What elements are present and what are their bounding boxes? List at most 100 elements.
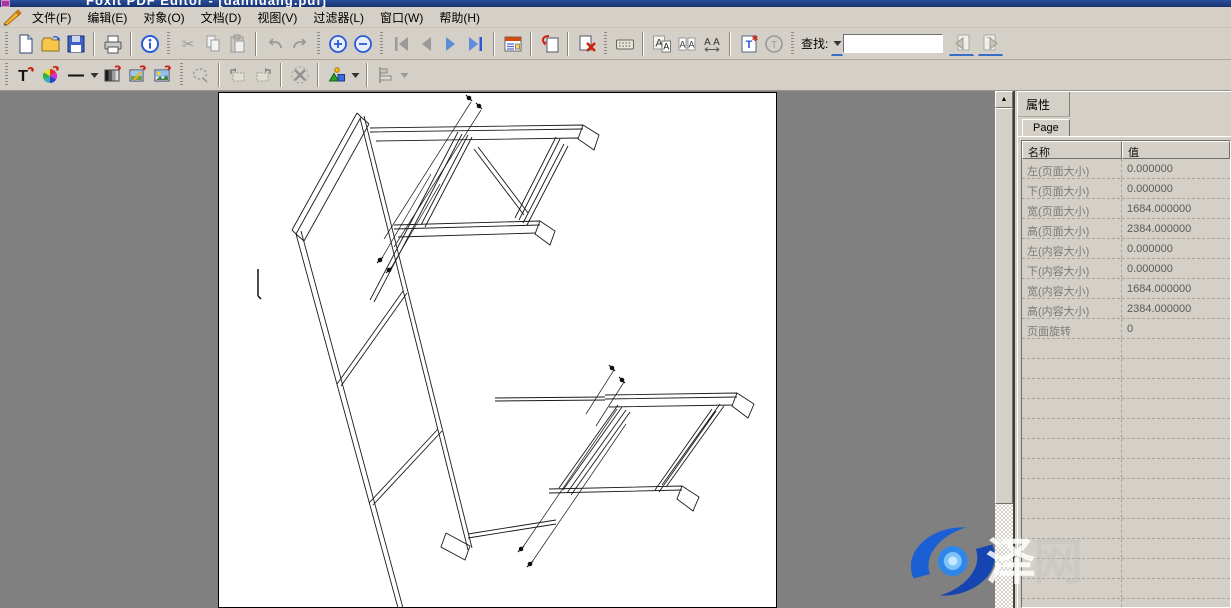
tab-page[interactable]: Page	[1022, 119, 1070, 137]
property-row-3[interactable]: 高(页面大小)2384.000000	[1022, 219, 1230, 239]
document-canvas[interactable]	[0, 91, 995, 608]
first-page-button[interactable]	[388, 31, 413, 56]
vertical-scrollbar[interactable]: ▲	[995, 91, 1013, 608]
toolbar-drag-handle[interactable]	[5, 63, 8, 87]
scroll-up-button[interactable]: ▲	[995, 91, 1013, 108]
toolbar-drag-handle[interactable]	[180, 63, 183, 87]
font-style-button[interactable]: AA	[649, 31, 674, 56]
property-row-empty	[1022, 559, 1230, 579]
redo-button[interactable]	[287, 31, 312, 56]
property-row-7[interactable]: 高(内容大小)2384.000000	[1022, 299, 1230, 319]
add-text-object-button[interactable]: T✱	[736, 31, 761, 56]
print-button[interactable]	[100, 31, 125, 56]
save-floppy-icon	[65, 33, 87, 55]
font-compare-button[interactable]: AA	[674, 31, 699, 56]
menu-item-2[interactable]: 对象(O)	[135, 7, 192, 28]
property-value	[1122, 519, 1230, 538]
property-name	[1022, 499, 1122, 518]
add-image-button[interactable]	[150, 63, 175, 88]
new-document-button[interactable]	[13, 31, 38, 56]
paste-button[interactable]	[225, 31, 250, 56]
toolbar-separator	[93, 32, 95, 56]
toolbar-drag-handle[interactable]	[5, 32, 8, 56]
add-text-arrow-icon: T	[15, 64, 37, 86]
shape-options-dropdown[interactable]	[349, 63, 361, 88]
open-button[interactable]	[38, 31, 63, 56]
toolbar-separator	[130, 32, 132, 56]
rotate-right-icon	[252, 64, 274, 86]
font-spacing-button[interactable]: AA	[699, 31, 724, 56]
property-row-6[interactable]: 宽(内容大小)1684.000000	[1022, 279, 1230, 299]
pdf-page[interactable]	[218, 92, 777, 608]
image-icon	[152, 64, 174, 86]
menu-item-5[interactable]: 过滤器(L)	[305, 7, 372, 28]
property-row-empty	[1022, 419, 1230, 439]
undo-button[interactable]	[262, 31, 287, 56]
next-page-icon	[440, 33, 462, 55]
align-options-dropdown[interactable]	[398, 63, 410, 88]
copy-button[interactable]	[200, 31, 225, 56]
find-options-dropdown[interactable]	[831, 31, 843, 56]
undo-arrow-icon	[264, 33, 286, 55]
toolbar-drag-handle[interactable]	[317, 32, 320, 56]
property-row-empty	[1022, 339, 1230, 359]
property-row-5[interactable]: 下(内容大小)0.000000	[1022, 259, 1230, 279]
property-row-8[interactable]: 页面旋转0	[1022, 319, 1230, 339]
rotate-left-button[interactable]	[225, 63, 250, 88]
save-button[interactable]	[63, 31, 88, 56]
gradient-icon	[102, 64, 124, 86]
toolbar-separator	[366, 63, 368, 87]
find-previous-button[interactable]	[949, 31, 974, 56]
add-shape-button[interactable]	[324, 63, 349, 88]
last-page-button[interactable]	[463, 31, 488, 56]
delete-object-button[interactable]	[287, 63, 312, 88]
property-row-0[interactable]: 左(页面大小)0.000000	[1022, 159, 1230, 179]
property-row-1[interactable]: 下(页面大小)0.000000	[1022, 179, 1230, 199]
document-info-button[interactable]	[137, 31, 162, 56]
soft-keyboard-button[interactable]	[612, 31, 637, 56]
property-row-2[interactable]: 宽(页面大小)1684.000000	[1022, 199, 1230, 219]
toolbar-drag-handle[interactable]	[167, 32, 170, 56]
next-page-button[interactable]	[438, 31, 463, 56]
add-text-button[interactable]: T	[13, 63, 38, 88]
property-row-4[interactable]: 左(内容大小)0.000000	[1022, 239, 1230, 259]
edit-image-button[interactable]	[125, 63, 150, 88]
property-name	[1022, 579, 1122, 598]
edit-image-icon	[127, 64, 149, 86]
delete-page-button[interactable]	[574, 31, 599, 56]
cut-button[interactable]: ✂	[175, 31, 200, 56]
property-name	[1022, 419, 1122, 438]
add-line-button[interactable]	[63, 63, 88, 88]
property-name	[1022, 559, 1122, 578]
toolbar-drag-handle[interactable]	[604, 32, 607, 56]
menu-item-1[interactable]: 编辑(E)	[79, 7, 135, 28]
chevron-down-icon	[833, 40, 842, 47]
text-tool-button[interactable]: T	[761, 31, 786, 56]
info-icon	[139, 33, 161, 55]
rotate-right-button[interactable]	[250, 63, 275, 88]
find-input[interactable]	[843, 34, 943, 53]
zoom-out-button[interactable]	[350, 31, 375, 56]
menu-item-7[interactable]: 帮助(H)	[431, 7, 488, 28]
scissors-icon: ✂	[177, 33, 199, 55]
import-page-button[interactable]	[537, 31, 562, 56]
select-object-button[interactable]	[188, 63, 213, 88]
toolbar-drag-handle[interactable]	[791, 32, 794, 56]
line-options-dropdown[interactable]	[88, 63, 100, 88]
menu-item-4[interactable]: 视图(V)	[249, 7, 305, 28]
align-objects-button[interactable]	[373, 63, 398, 88]
page-layout-button[interactable]	[500, 31, 525, 56]
properties-grid-header: 名称 值	[1022, 141, 1230, 159]
toolbar-drag-handle[interactable]	[380, 32, 383, 56]
find-next-button[interactable]	[978, 31, 1003, 56]
zoom-in-button[interactable]	[325, 31, 350, 56]
menu-item-3[interactable]: 文档(D)	[193, 7, 250, 28]
previous-page-button[interactable]	[413, 31, 438, 56]
menu-item-6[interactable]: 窗口(W)	[372, 7, 431, 28]
column-header-name: 名称	[1022, 141, 1122, 159]
add-shading-button[interactable]	[100, 63, 125, 88]
add-color-button[interactable]	[38, 63, 63, 88]
property-value: 0.000000	[1122, 179, 1230, 198]
scrollbar-thumb[interactable]	[995, 108, 1013, 504]
menu-item-0[interactable]: 文件(F)	[24, 7, 79, 28]
